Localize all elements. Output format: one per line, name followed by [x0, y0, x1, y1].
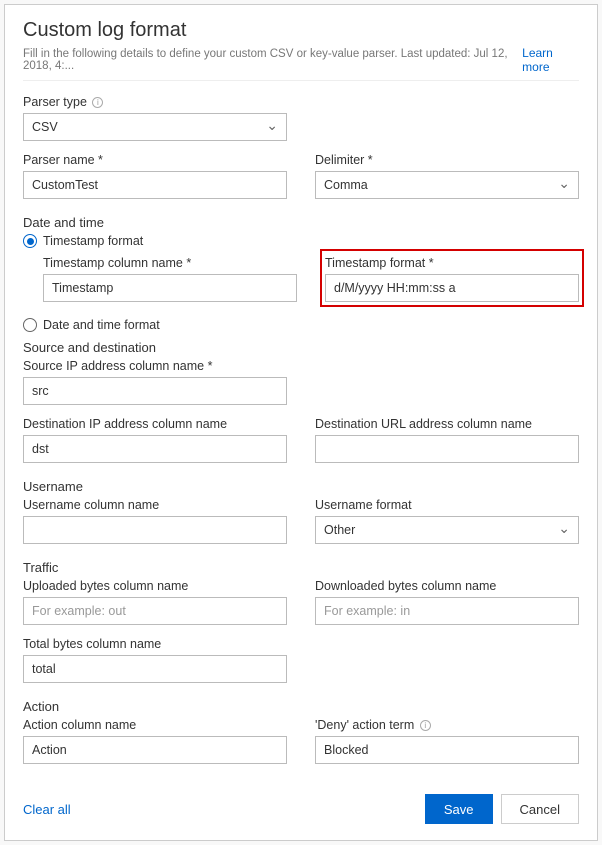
ts-format-select[interactable]: d/M/yyyy HH:mm:ss a: [325, 274, 579, 302]
action-col-label: Action column name: [23, 718, 287, 732]
delimiter-label: Delimiter: [315, 153, 579, 167]
parser-name-input[interactable]: [23, 171, 287, 199]
action-section: Action: [23, 699, 579, 714]
downloaded-input[interactable]: [315, 597, 579, 625]
delimiter-select[interactable]: Comma: [315, 171, 579, 199]
parser-type-label: Parser type i: [23, 95, 287, 109]
src-ip-label: Source IP address column name: [23, 359, 287, 373]
deny-term-input[interactable]: [315, 736, 579, 764]
src-ip-input[interactable]: [23, 377, 287, 405]
total-bytes-label: Total bytes column name: [23, 637, 287, 651]
parser-name-label: Parser name: [23, 153, 287, 167]
radio-date-time-format[interactable]: Date and time format: [23, 318, 579, 332]
username-fmt-select[interactable]: Other: [315, 516, 579, 544]
clear-all-link[interactable]: Clear all: [23, 802, 71, 817]
learn-more-link[interactable]: Learn more: [522, 46, 579, 74]
dst-ip-label: Destination IP address column name: [23, 417, 287, 431]
username-col-label: Username column name: [23, 498, 287, 512]
dst-url-label: Destination URL address column name: [315, 417, 579, 431]
save-button[interactable]: Save: [425, 794, 493, 824]
info-icon[interactable]: i: [420, 720, 431, 731]
total-bytes-input[interactable]: [23, 655, 287, 683]
uploaded-input[interactable]: [23, 597, 287, 625]
info-icon[interactable]: i: [92, 97, 103, 108]
ts-column-label: Timestamp column name: [43, 256, 297, 270]
page-subtitle: Fill in the following details to define …: [23, 48, 522, 72]
dst-url-input[interactable]: [315, 435, 579, 463]
username-fmt-label: Username format: [315, 498, 579, 512]
uploaded-label: Uploaded bytes column name: [23, 579, 287, 593]
ts-column-input[interactable]: [43, 274, 297, 302]
cancel-button[interactable]: Cancel: [501, 794, 579, 824]
radio-on-icon: [23, 234, 37, 248]
username-section: Username: [23, 479, 579, 494]
username-col-input[interactable]: [23, 516, 287, 544]
srcdst-section: Source and destination: [23, 340, 579, 355]
action-col-input[interactable]: [23, 736, 287, 764]
ts-format-label: Timestamp format: [325, 256, 579, 270]
custom-log-format-panel: Custom log format Fill in the following …: [4, 4, 598, 841]
traffic-section: Traffic: [23, 560, 579, 575]
parser-type-select[interactable]: CSV: [23, 113, 287, 141]
dst-ip-input[interactable]: [23, 435, 287, 463]
radio-timestamp-format[interactable]: Timestamp format: [23, 234, 579, 248]
datetime-section: Date and time: [23, 215, 579, 230]
page-title: Custom log format: [23, 19, 579, 42]
radio-off-icon: [23, 318, 37, 332]
deny-term-label: 'Deny' action term i: [315, 718, 579, 732]
downloaded-label: Downloaded bytes column name: [315, 579, 579, 593]
